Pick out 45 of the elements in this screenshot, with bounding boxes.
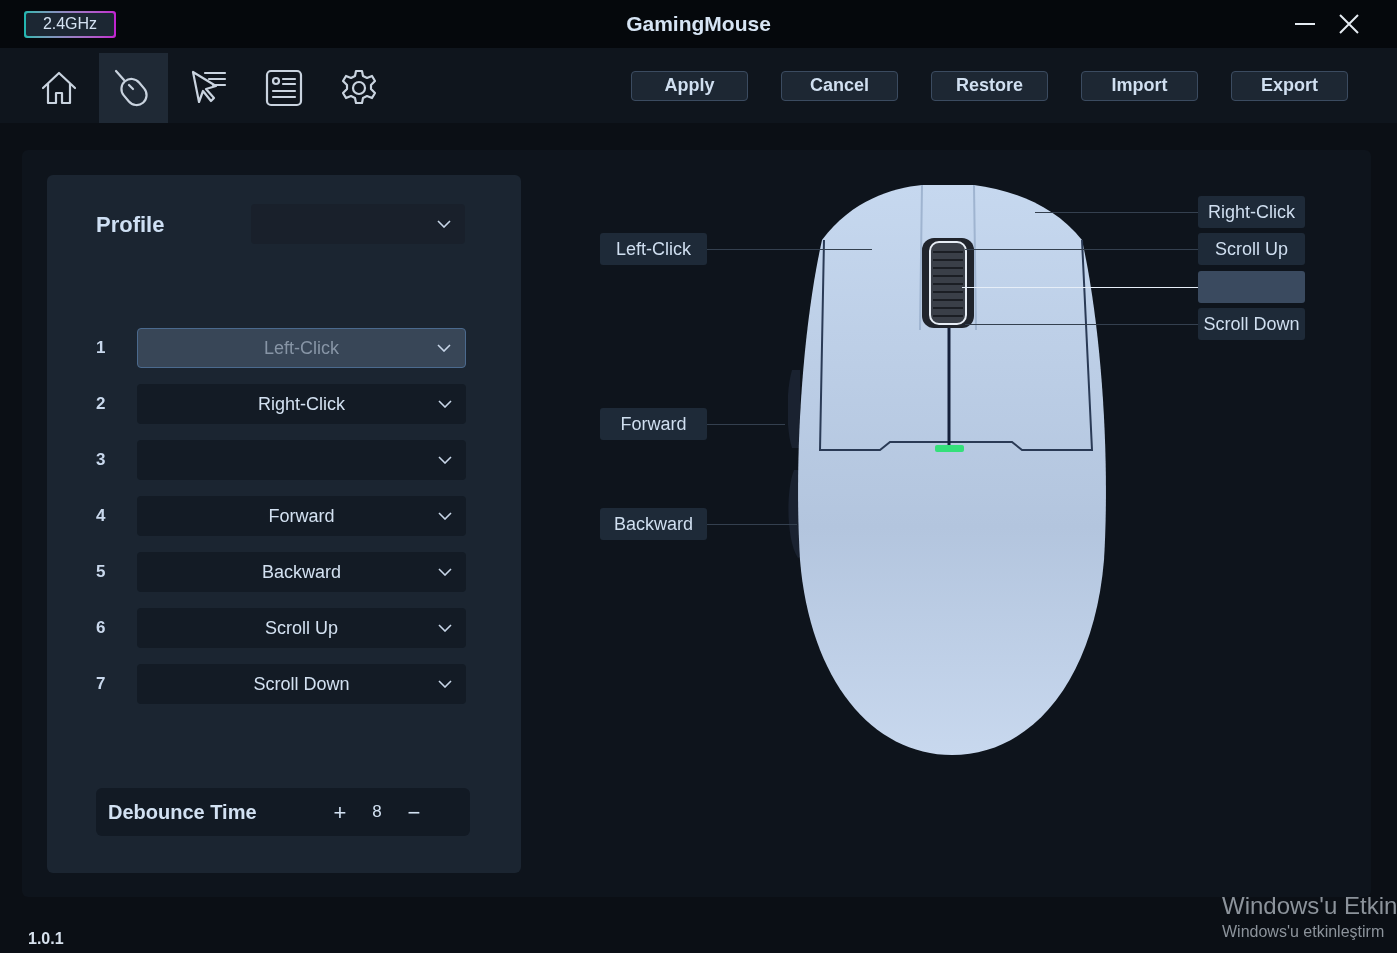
button-number: 2 — [96, 393, 107, 416]
callout-label[interactable]: Scroll Up — [1198, 233, 1305, 265]
activation-subtitle: Windows'u etkinleştirm — [1222, 922, 1386, 942]
close-icon[interactable] — [1339, 14, 1359, 34]
chevron-down-icon — [438, 680, 452, 688]
debounce-value: 8 — [371, 801, 383, 824]
mapping-dropdown[interactable]: Scroll Down — [137, 664, 466, 704]
mapping-dropdown[interactable]: Forward — [137, 496, 466, 536]
minimize-icon[interactable] — [1295, 22, 1315, 26]
activation-title: Windows'u Etkin — [1222, 891, 1397, 921]
action-button[interactable]: Export — [1231, 70, 1348, 101]
mapping-dropdown[interactable]: Backward — [137, 552, 466, 592]
increase-button[interactable]: + — [330, 795, 350, 829]
callout-label[interactable]: Forward — [600, 408, 707, 440]
callout-label[interactable]: Backward — [600, 508, 707, 540]
action-button[interactable]: Cancel — [781, 70, 898, 101]
window-title: GamingMouse — [626, 11, 771, 38]
chevron-down-icon — [437, 344, 451, 352]
mapping-dropdown[interactable]: Scroll Up — [137, 608, 466, 648]
profile-label: Profile — [96, 210, 166, 239]
callout-label[interactable]: Left-Click — [600, 233, 707, 265]
nav-tab[interactable] — [99, 53, 168, 123]
button-number: 1 — [96, 337, 107, 360]
connection-badge: 2.4GHz — [24, 10, 116, 38]
debounce-label: Debounce Time — [108, 800, 258, 825]
chevron-down-icon — [438, 456, 452, 464]
callout-label[interactable]: Scroll Down — [1198, 308, 1305, 340]
action-button[interactable]: Import — [1081, 70, 1198, 101]
button-number: 5 — [96, 561, 107, 584]
action-button[interactable]: Restore — [931, 70, 1048, 101]
action-button[interactable]: Apply — [631, 70, 748, 101]
button-number: 6 — [96, 617, 107, 640]
button-number: 7 — [96, 673, 107, 696]
decrease-button[interactable]: − — [404, 795, 424, 829]
mapping-dropdown[interactable]: Right-Click — [137, 384, 466, 424]
button-number: 3 — [96, 449, 107, 472]
settings-document-icon — [263, 68, 304, 108]
button-number: 4 — [96, 505, 107, 528]
chevron-down-icon — [438, 400, 452, 408]
chevron-down-icon — [438, 512, 452, 520]
version-label: 1.0.1 — [28, 929, 64, 949]
chevron-down-icon — [438, 568, 452, 576]
chevron-down-icon — [438, 624, 452, 632]
callout-label[interactable]: Right-Click — [1198, 196, 1305, 228]
chevron-down-icon — [437, 220, 451, 228]
